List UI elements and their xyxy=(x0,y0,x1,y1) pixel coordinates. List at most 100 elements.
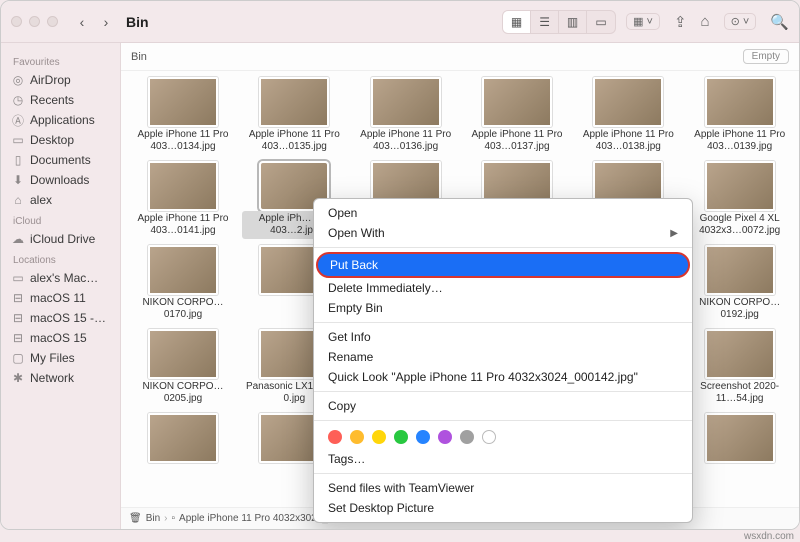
file-label xyxy=(291,463,297,467)
action-button[interactable]: ⊙ ˅ xyxy=(724,13,757,30)
share-icon[interactable]: ⇪ xyxy=(674,13,687,31)
tag-blue[interactable] xyxy=(416,430,430,444)
window-title: Bin xyxy=(126,14,149,30)
file-tile[interactable]: Apple iPhone 11 Pro 403…0139.jpg xyxy=(686,77,794,155)
ctx-delete-immediately[interactable]: Delete Immediately… xyxy=(314,278,692,298)
list-view-button[interactable]: ☰ xyxy=(531,11,559,33)
sidebar-item-disk[interactable]: ⊟macOS 11 xyxy=(1,288,120,308)
sidebar-item-desktop[interactable]: ▭Desktop xyxy=(1,130,120,150)
sidebar-item-documents[interactable]: ▯Documents xyxy=(1,150,120,170)
file-tile[interactable]: Apple iPhone 11 Pro 403…0138.jpg xyxy=(574,77,682,155)
column-view-button[interactable]: ▥ xyxy=(559,11,587,33)
sidebar-item-network[interactable]: ✱Network xyxy=(1,368,120,388)
minimize-window[interactable] xyxy=(29,16,40,27)
file-label xyxy=(291,295,297,299)
ctx-separator xyxy=(314,247,692,248)
disk-icon: ⊟ xyxy=(11,311,25,325)
ctx-open-with[interactable]: Open With▶ xyxy=(314,223,692,243)
ctx-rename[interactable]: Rename xyxy=(314,347,692,367)
tag-yellow[interactable] xyxy=(372,430,386,444)
file-label: Apple iPhone 11 Pro 403…0138.jpg xyxy=(576,127,680,155)
file-label: Google Pixel 4 XL 4032x3…0072.jpg xyxy=(688,211,792,239)
file-label: Apple iPhone 11 Pro 403…0134.jpg xyxy=(131,127,235,155)
file-tile[interactable]: Apple iPhone 11 Pro 403…0141.jpg xyxy=(129,161,237,239)
ctx-separator xyxy=(314,420,692,421)
ctx-open[interactable]: Open xyxy=(314,203,692,223)
sidebar-item-applications[interactable]: ⒶApplications xyxy=(1,110,120,130)
ctx-set-desktop[interactable]: Set Desktop Picture xyxy=(314,498,692,518)
context-menu: Open Open With▶ Put Back Delete Immediat… xyxy=(313,198,693,523)
file-tile[interactable]: Apple iPhone 11 Pro 403…0134.jpg xyxy=(129,77,237,155)
desktop-icon: ▭ xyxy=(11,133,25,147)
ctx-copy[interactable]: Copy xyxy=(314,396,692,416)
file-thumbnail xyxy=(705,245,775,295)
file-thumbnail xyxy=(148,329,218,379)
location-bar: Bin Empty xyxy=(121,43,799,71)
tag-orange[interactable] xyxy=(350,430,364,444)
tag-purple[interactable] xyxy=(438,430,452,444)
forward-button[interactable]: › xyxy=(96,14,116,30)
ctx-separator xyxy=(314,322,692,323)
file-thumbnail xyxy=(593,77,663,127)
sidebar-item-mac[interactable]: ▭alex's Mac… xyxy=(1,268,120,288)
file-thumbnail xyxy=(705,77,775,127)
file-thumbnail xyxy=(482,77,552,127)
sidebar-heading: Favourites xyxy=(1,51,120,70)
file-tile[interactable]: NIKON CORPO…0192.jpg xyxy=(686,245,794,323)
search-icon[interactable]: 🔍 xyxy=(770,13,789,31)
sidebar-heading: Locations xyxy=(1,249,120,268)
group-button[interactable]: ▦ ˅ xyxy=(626,13,660,30)
finder-window: ‹ › Bin ▦ ☰ ▥ ▭ ▦ ˅ ⇪ ⌂ ⊙ ˅ 🔍 Favourites… xyxy=(0,0,800,530)
disk-icon: ⊟ xyxy=(11,331,25,345)
sidebar-item-home[interactable]: ⌂alex xyxy=(1,190,120,210)
file-label: NIKON CORPO…0192.jpg xyxy=(688,295,792,323)
sidebar-item-disk[interactable]: ⊟macOS 15 xyxy=(1,328,120,348)
tag-green[interactable] xyxy=(394,430,408,444)
ctx-empty-bin[interactable]: Empty Bin xyxy=(314,298,692,318)
view-switcher[interactable]: ▦ ☰ ▥ ▭ xyxy=(502,10,616,34)
sidebar-item-myfiles[interactable]: ▢My Files xyxy=(1,348,120,368)
file-label: Apple iPhone 11 Pro 403…0141.jpg xyxy=(131,211,235,239)
ctx-tags[interactable]: Tags… xyxy=(314,449,692,469)
file-tile[interactable]: NIKON CORPO…0170.jpg xyxy=(129,245,237,323)
path-root[interactable]: Bin xyxy=(146,513,160,524)
airdrop-icon: ◎ xyxy=(11,73,25,87)
tag-grey[interactable] xyxy=(460,430,474,444)
back-button[interactable]: ‹ xyxy=(72,14,92,30)
sidebar-heading: iCloud xyxy=(1,210,120,229)
zoom-window[interactable] xyxy=(47,16,58,27)
file-tile[interactable]: Google Pixel 4 XL 4032x3…0072.jpg xyxy=(686,161,794,239)
sidebar-item-airdrop[interactable]: ◎AirDrop xyxy=(1,70,120,90)
file-tile[interactable] xyxy=(129,413,237,467)
file-label xyxy=(737,463,743,467)
file-label: Screenshot 2020-11…54.jpg xyxy=(688,379,792,407)
sidebar-item-icloud[interactable]: ☁iCloud Drive xyxy=(1,229,120,249)
tag-icon[interactable]: ⌂ xyxy=(701,13,710,30)
documents-icon: ▯ xyxy=(11,153,25,167)
file-label: NIKON CORPO…0205.jpg xyxy=(131,379,235,407)
empty-bin-button[interactable]: Empty xyxy=(743,49,789,64)
file-tile[interactable]: Apple iPhone 11 Pro 403…0136.jpg xyxy=(352,77,460,155)
ctx-teamviewer[interactable]: Send files with TeamViewer xyxy=(314,478,692,498)
sidebar-item-disk[interactable]: ⊟macOS 15 -… xyxy=(1,308,120,328)
icon-view-button[interactable]: ▦ xyxy=(503,11,531,33)
file-tile[interactable]: Apple iPhone 11 Pro 403…0137.jpg xyxy=(463,77,571,155)
file-tile[interactable]: NIKON CORPO…0205.jpg xyxy=(129,329,237,407)
sidebar-item-recents[interactable]: ◷Recents xyxy=(1,90,120,110)
file-label: Apple iPhone 11 Pro 403…0137.jpg xyxy=(465,127,569,155)
file-thumbnail xyxy=(148,413,218,463)
close-window[interactable] xyxy=(11,16,22,27)
ctx-quick-look[interactable]: Quick Look "Apple iPhone 11 Pro 4032x302… xyxy=(314,367,692,387)
ctx-put-back[interactable]: Put Back xyxy=(316,252,690,278)
window-controls xyxy=(11,16,58,27)
tag-none[interactable] xyxy=(482,430,496,444)
downloads-icon: ⬇ xyxy=(11,173,25,187)
disk-icon: ⊟ xyxy=(11,291,25,305)
file-tile[interactable]: Apple iPhone 11 Pro 403…0135.jpg xyxy=(240,77,348,155)
sidebar-item-downloads[interactable]: ⬇Downloads xyxy=(1,170,120,190)
gallery-view-button[interactable]: ▭ xyxy=(587,11,615,33)
ctx-get-info[interactable]: Get Info xyxy=(314,327,692,347)
tag-red[interactable] xyxy=(328,430,342,444)
file-tile[interactable] xyxy=(686,413,794,467)
file-tile[interactable]: Screenshot 2020-11…54.jpg xyxy=(686,329,794,407)
